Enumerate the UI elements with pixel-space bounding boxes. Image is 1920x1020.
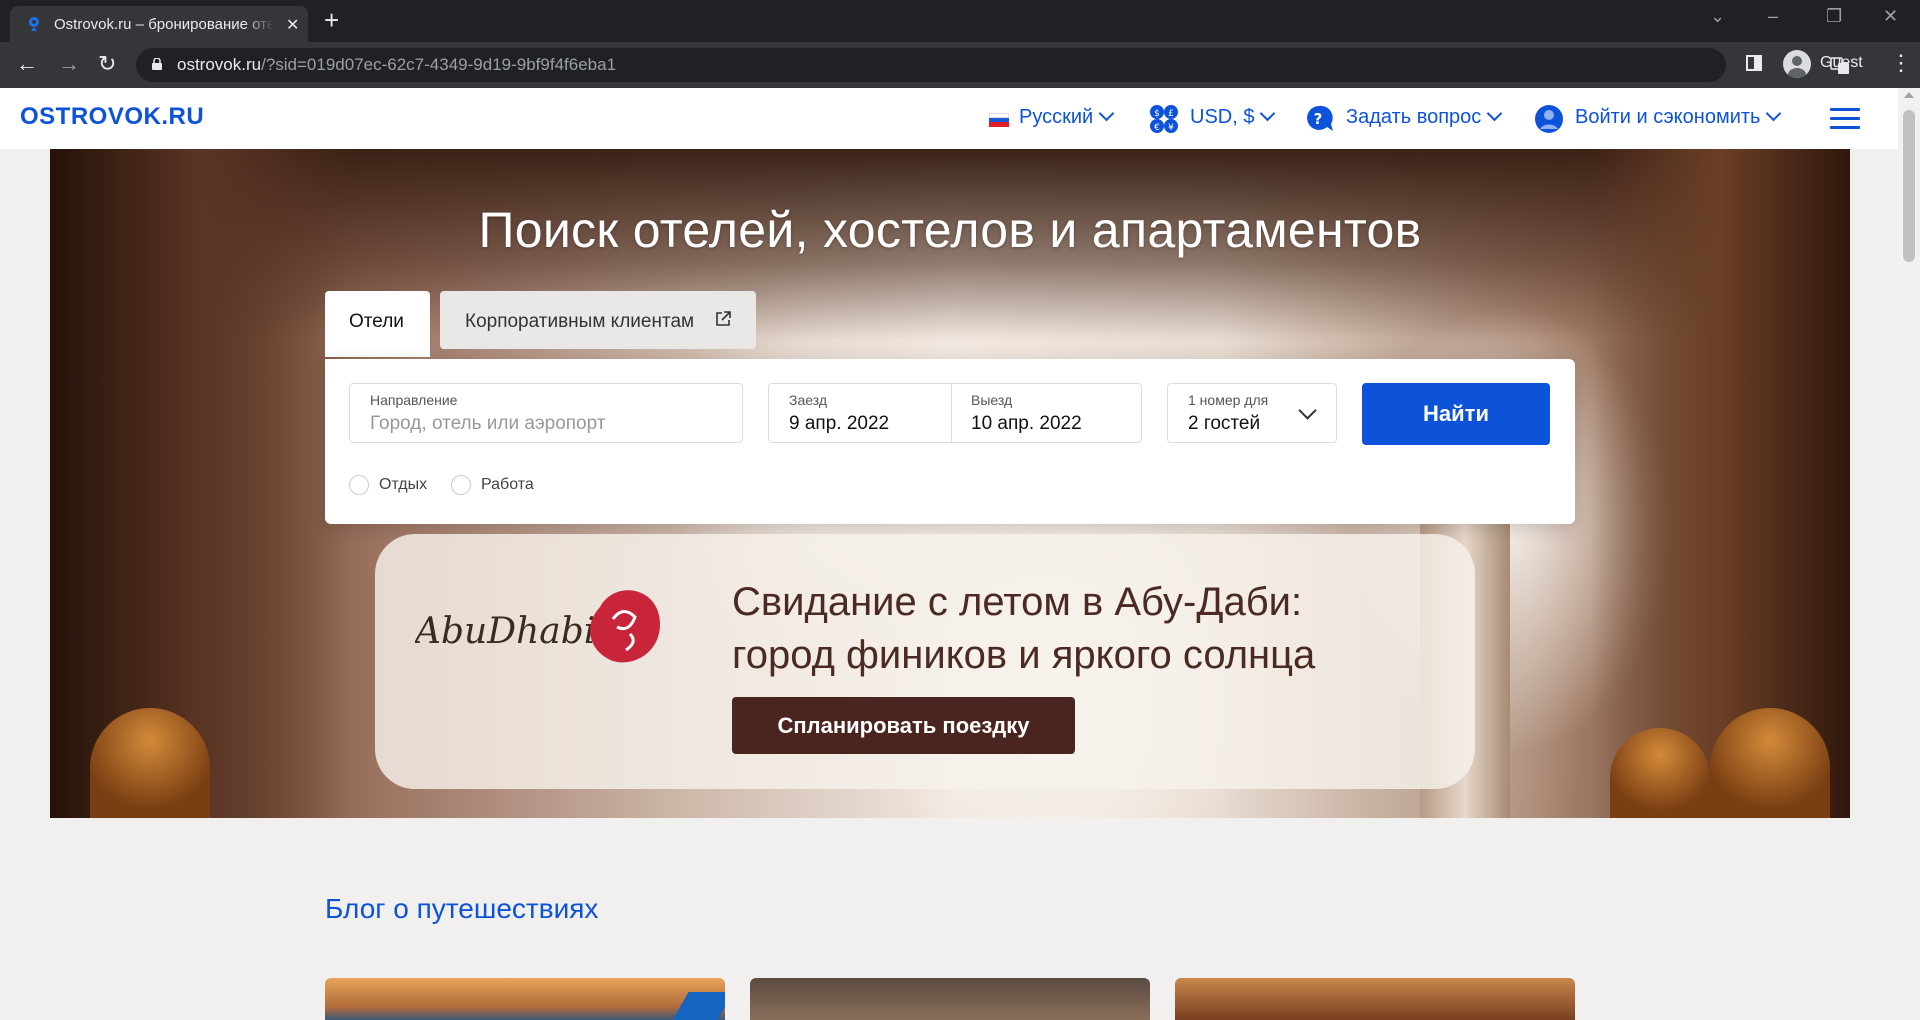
page-scrollbar[interactable]	[1898, 88, 1920, 1020]
checkin-field[interactable]: Заезд 9 апр. 2022	[769, 384, 951, 442]
guests-value: 2 гостей	[1188, 413, 1261, 434]
tab-search-icon[interactable]: ⌄	[1710, 6, 1725, 27]
promo-banner[interactable]: AbuDhabi Свидание с летом в Абу-Даби: го…	[375, 534, 1475, 789]
checkout-value: 10 апр. 2022	[971, 413, 1082, 434]
dates-field: Заезд 9 апр. 2022 Выезд 10 апр. 2022	[768, 383, 1142, 443]
login-label: Войти и сэкономить	[1575, 106, 1761, 128]
chevron-down-icon	[1766, 105, 1782, 122]
promo-title-line2: город фиников и яркого солнца	[732, 633, 1316, 677]
language-selector[interactable]: Русский	[1019, 105, 1115, 129]
tab-corporate[interactable]: Корпоративным клиентам	[440, 291, 756, 349]
profile-label[interactable]: Guest	[1820, 54, 1863, 72]
destination-placeholder: Город, отель или аэропорт	[370, 413, 606, 434]
checkout-label: Выезд	[971, 392, 1013, 408]
svg-text:$: $	[1154, 109, 1160, 119]
column-capital-image	[1710, 708, 1830, 818]
svg-text:£: £	[1168, 109, 1174, 119]
destination-field[interactable]: Направление Город, отель или аэропорт	[349, 383, 743, 443]
side-panel-icon[interactable]	[1746, 55, 1762, 71]
currency-selector[interactable]: USD, $	[1190, 105, 1276, 129]
restore-icon[interactable]: ❐	[1826, 6, 1842, 27]
svg-text:?: ?	[1314, 110, 1323, 128]
currency-label: USD, $	[1190, 106, 1255, 128]
close-tab-icon[interactable]: ✕	[286, 15, 299, 35]
ostrovok-favicon-icon	[29, 17, 39, 31]
help-chat-icon: ?	[1307, 105, 1333, 131]
guests-field[interactable]: 1 номер для 2 гостей	[1167, 383, 1337, 443]
promo-title-line1: Свидание с летом в Абу-Даби:	[732, 580, 1303, 624]
forward-icon[interactable]: →	[58, 52, 80, 76]
abu-dhabi-logo: AbuDhabi	[415, 590, 660, 663]
scroll-thumb[interactable]	[1903, 110, 1915, 262]
site-logo[interactable]: OSTROVOK.RU	[20, 103, 204, 131]
close-window-icon[interactable]: ✕	[1883, 6, 1898, 27]
tab-hotels-label: Отели	[349, 311, 404, 332]
reload-icon[interactable]: ↻	[98, 52, 116, 76]
chevron-down-icon	[1260, 105, 1276, 122]
blog-card-image[interactable]	[325, 978, 725, 1020]
browser-tab[interactable]: Ostrovok.ru – бронирование отелей ✕	[10, 6, 308, 42]
radio-circle	[451, 475, 471, 495]
new-tab-icon[interactable]: +	[324, 6, 339, 34]
blog-card-image[interactable]	[750, 978, 1150, 1020]
guest-avatar-icon[interactable]	[1783, 50, 1811, 78]
column-capital-image	[1610, 728, 1710, 818]
guests-label: 1 номер для	[1188, 392, 1269, 408]
browser-tabbar: Ostrovok.ru – бронирование отелей ✕ + ⌄ …	[0, 0, 1920, 42]
plan-trip-button[interactable]: Спланировать поездку	[732, 697, 1075, 754]
help-label: Задать вопрос	[1346, 106, 1482, 128]
search-button[interactable]: Найти	[1362, 383, 1550, 445]
url-path: /?sid=019d07ec-62c7-4349-9d19-9bf9f4f6eb…	[261, 55, 617, 74]
purpose-leisure-label: Отдых	[379, 476, 428, 493]
svg-text:¥: ¥	[1168, 123, 1174, 133]
lock-icon	[152, 58, 162, 70]
column-capital-image	[90, 708, 210, 818]
help-menu[interactable]: Задать вопрос	[1346, 105, 1503, 129]
chevron-down-icon	[1487, 105, 1503, 122]
blog-section-title[interactable]: Блог о путешествиях	[325, 893, 598, 925]
chevron-down-icon	[1298, 401, 1317, 420]
more-menu-icon[interactable]: ⋮	[1890, 50, 1912, 76]
back-icon[interactable]: ←	[16, 52, 38, 76]
address-bar[interactable]: ostrovok.ru/?sid=019d07ec-62c7-4349-9d19…	[136, 48, 1849, 82]
blog-card-image[interactable]	[1175, 978, 1575, 1020]
currency-icon: $ £ € ¥	[1150, 105, 1178, 133]
blog-card-badge	[671, 992, 725, 1020]
checkout-field[interactable]: Выезд 10 апр. 2022	[951, 384, 1143, 442]
site-header: OSTROVOK.RU Русский $ £ € ¥ USD, $ ? Зад…	[0, 88, 1898, 149]
svg-text:AbuDhabi: AbuDhabi	[415, 611, 595, 652]
purpose-work-label: Работа	[481, 476, 534, 493]
chevron-down-icon	[1098, 105, 1115, 122]
search-form: Направление Город, отель или аэропорт За…	[325, 359, 1575, 524]
hero-title: Поиск отелей, хостелов и апартаментов	[478, 202, 1422, 258]
browser-toolbar: ← → ↻ ostrovok.ru/?sid=019d07ec-62c7-434…	[0, 42, 1920, 88]
svg-text:€: €	[1154, 123, 1160, 133]
tab-hotels[interactable]: Отели	[325, 291, 430, 357]
scroll-up-icon[interactable]	[1904, 92, 1914, 98]
checkin-label: Заезд	[789, 392, 828, 408]
promo-title: Свидание с летом в Абу-Даби: город финик…	[732, 576, 1432, 682]
language-label: Русский	[1019, 106, 1094, 128]
external-link-icon	[716, 311, 731, 326]
destination-label: Направление	[370, 392, 458, 408]
url-text: ostrovok.ru/?sid=019d07ec-62c7-4349-9d19…	[177, 55, 616, 75]
checkin-value: 9 апр. 2022	[789, 413, 890, 434]
user-icon	[1535, 105, 1563, 133]
hero-banner: Поиск отелей, хостелов и апартаментов От…	[50, 149, 1850, 818]
tab-corporate-label: Корпоративным клиентам	[465, 311, 695, 332]
url-host: ostrovok.ru	[177, 55, 262, 74]
login-menu[interactable]: Войти и сэкономить	[1575, 105, 1782, 129]
minimize-icon[interactable]: –	[1768, 6, 1778, 27]
radio-circle	[349, 475, 369, 495]
russia-flag-icon	[989, 113, 1009, 127]
hamburger-menu-icon[interactable]	[1830, 108, 1860, 130]
tab-title: Ostrovok.ru – бронирование отелей	[54, 16, 274, 33]
